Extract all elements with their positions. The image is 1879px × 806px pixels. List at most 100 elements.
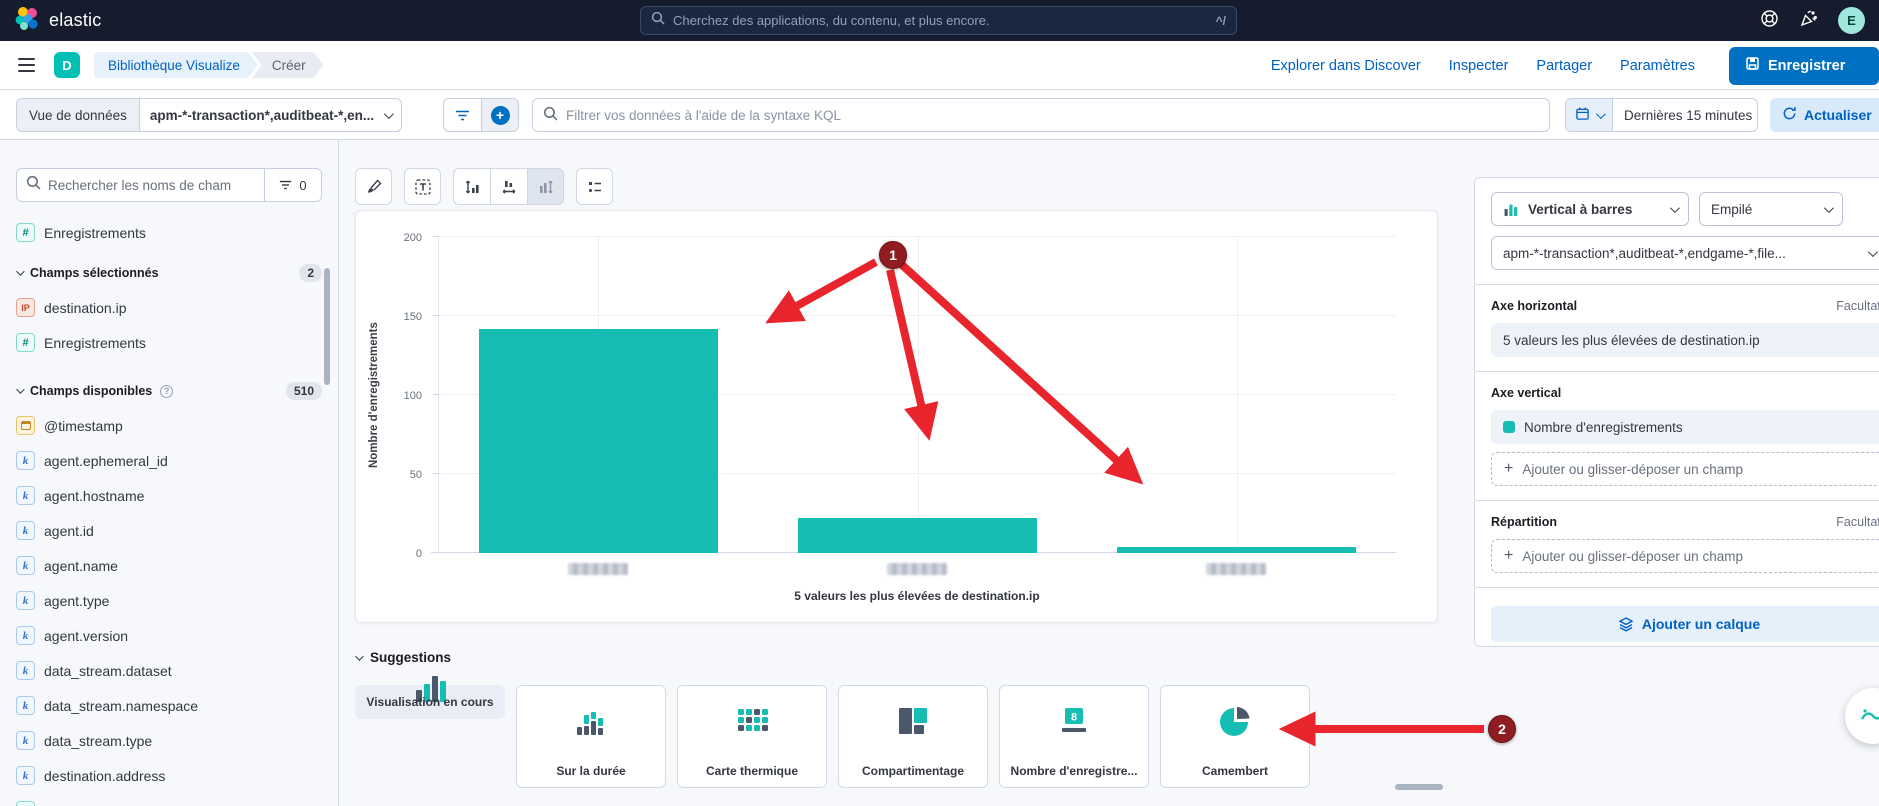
layer-data-view-select[interactable]: apm-*-transaction*,auditbeat-*,endgame-*… [1491,236,1879,270]
treemap-icon [896,704,930,743]
stack-mode-select[interactable]: Empilé [1699,192,1843,226]
divider [1475,500,1879,501]
field-item[interactable]: kagent.type [16,586,322,615]
field-item[interactable]: IPdestination.ip [16,293,322,322]
paintbrush-style-button[interactable] [355,168,392,205]
bar-series-1[interactable] [798,518,1037,553]
x-axis-label-redacted [887,563,947,575]
app-badge[interactable]: D [54,52,80,78]
field-item[interactable]: kagent.hostname [16,481,322,510]
field-item[interactable]: kagent.version [16,621,322,650]
axis-extents-button[interactable] [527,168,564,205]
add-filter-button[interactable]: + [482,99,518,131]
value-labels-button[interactable] [404,168,441,205]
field-name: destination.as.number [44,803,182,806]
vertical-axis-icon [463,178,481,196]
layer-actions-icon[interactable] [1876,197,1879,221]
y-axis-title: Nombre d'enregistrements [366,237,382,553]
chart-type-value: Vertical à barres [1528,202,1632,217]
sidebar-divider [338,140,339,806]
breakdown-section-title: Répartition [1491,515,1557,529]
calendar-quick-select[interactable] [1566,99,1613,131]
field-item[interactable]: kdestination.address [16,761,322,790]
field-name: destination.address [44,768,165,784]
annotation-marker-2: 2 [1488,715,1516,743]
bar-series-2[interactable] [1117,547,1356,553]
vertical-axis-dimension[interactable]: Nombre d'enregistrements [1491,410,1879,444]
keyword-field-icon: k [16,521,35,540]
assistant-wave-icon [1859,702,1879,730]
visualization-workspace[interactable]: Nombre d'enregistrements 050100150200 5 … [355,210,1438,623]
save-icon [1745,56,1760,75]
chevron-down-icon [1824,203,1834,213]
header-action-link[interactable]: Paramètres [1620,58,1695,74]
vertical-axis-section-title: Axe vertical [1491,386,1561,400]
selected-fields-section-header[interactable]: Champs sélectionnés 2 [16,261,322,285]
menu-hamburger-icon[interactable] [6,45,46,85]
refresh-icon [1782,106,1797,124]
field-search[interactable] [16,168,264,202]
kql-query-bar[interactable] [532,98,1550,132]
breakdown-add-field[interactable]: + Ajouter ou glisser-déposer un champ [1491,539,1879,573]
user-avatar[interactable]: E [1838,7,1865,34]
suggestion-card-heatmap[interactable]: Carte thermique [677,685,827,788]
header-action-link[interactable]: Partager [1536,58,1592,74]
time-range-value[interactable]: Dernières 15 minutes [1613,108,1758,123]
keyword-field-icon: k [16,591,35,610]
field-item[interactable]: kdata_stream.type [16,726,322,755]
chart-type-select[interactable]: Vertical à barres [1491,192,1689,226]
suggestion-card-metric[interactable]: 8Nombre d'enregistre... [999,685,1149,788]
elastic-assistant-button[interactable] [1845,688,1879,744]
field-item[interactable]: kagent.ephemeral_id [16,446,322,475]
suggestion-card-bar-chart[interactable]: Visualisation en cours [355,685,505,719]
refresh-button[interactable]: Actualiser [1770,98,1879,132]
suggestion-card-pie[interactable]: Camembert [1160,685,1310,788]
suggestions-section-header[interactable]: Suggestions [355,650,451,665]
bar-series-0[interactable] [479,329,718,553]
divider [1475,371,1879,372]
breadcrumb-visualize-library[interactable]: Bibliothèque Visualize [94,52,258,78]
add-layer-button[interactable]: Ajouter un calque [1491,606,1879,642]
global-search[interactable]: ^/ [640,6,1237,35]
field-name: agent.hostname [44,488,144,504]
gridline [918,237,919,553]
header-action-link[interactable]: Explorer dans Discover [1271,58,1421,74]
keyword-field-icon: k [16,626,35,645]
keyword-field-icon: k [16,661,35,680]
chevron-down-icon [1670,203,1680,213]
suggestion-card-date-histogram[interactable]: Sur la durée [516,685,666,788]
vertical-axis-settings-button[interactable] [453,168,490,205]
data-view-picker[interactable]: Vue de données apm-*-transaction*,auditb… [16,98,402,132]
field-item[interactable]: @timestamp [16,411,322,440]
field-item[interactable]: k data_stream.dataset [16,656,322,685]
field-item-records[interactable]: # Enregistrements [16,218,322,247]
suggestion-card-treemap[interactable]: Compartimentage [838,685,988,788]
horizontal-axis-dimension[interactable]: 5 valeurs les plus élevées de destinatio… [1491,323,1879,357]
scrollbar-thumb[interactable] [1395,784,1443,790]
news-party-popper-icon[interactable] [1799,9,1818,33]
divider [1475,587,1879,588]
field-search-input[interactable] [48,178,255,193]
search-icon [651,11,665,30]
field-filter-button[interactable]: 0 [264,168,322,202]
horizontal-axis-section-title: Axe horizontal [1491,299,1577,313]
saved-query-filter-icon[interactable] [444,99,482,131]
legend-settings-button[interactable] [576,168,613,205]
field-name: data_stream.dataset [44,663,172,679]
available-fields-section-header[interactable]: Champs disponibles ? 510 [16,379,322,403]
field-item[interactable]: #Enregistrements [16,328,322,357]
scrollbar-thumb[interactable] [324,268,330,385]
field-item[interactable]: kdata_stream.namespace [16,691,322,720]
header-action-link[interactable]: Inspecter [1449,58,1509,74]
help-lifebuoy-icon[interactable] [1760,9,1779,33]
plus-icon: + [1504,460,1513,478]
vertical-axis-add-field[interactable]: + Ajouter ou glisser-déposer un champ [1491,452,1879,486]
horizontal-axis-settings-button[interactable] [490,168,527,205]
kql-query-input[interactable] [566,108,1539,123]
global-search-input[interactable] [673,13,1208,28]
field-item[interactable]: #destination.as.number [16,796,322,806]
field-item[interactable]: kagent.name [16,551,322,580]
save-button[interactable]: Enregistrer [1729,47,1879,85]
number-field-icon: # [16,333,35,352]
field-item[interactable]: kagent.id [16,516,322,545]
